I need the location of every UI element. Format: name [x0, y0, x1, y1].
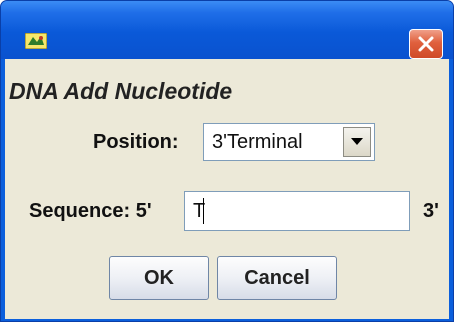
position-select[interactable]: 3'Terminal — [203, 123, 375, 161]
dialog-heading: DNA Add Nucleotide — [9, 78, 233, 104]
dialog-window: DNA Add Nucleotide Position: 3'Terminal … — [0, 0, 454, 322]
text-caret — [203, 198, 204, 224]
sequence-suffix: 3' — [423, 200, 439, 222]
chevron-down-icon — [351, 138, 363, 145]
sequence-input[interactable]: T — [184, 191, 410, 231]
position-select-value: 3'Terminal — [212, 131, 303, 153]
close-button[interactable] — [409, 29, 443, 59]
close-icon — [418, 36, 434, 52]
title-bar[interactable] — [1, 1, 453, 59]
ok-button[interactable]: OK — [109, 256, 209, 300]
position-label: Position: — [93, 131, 179, 153]
sequence-label: Sequence: 5' — [29, 200, 152, 222]
cancel-button[interactable]: Cancel — [217, 256, 337, 300]
dropdown-arrow-button[interactable] — [343, 127, 371, 157]
dialog-content: DNA Add Nucleotide Position: 3'Terminal … — [5, 59, 449, 319]
java-app-icon — [25, 33, 47, 49]
